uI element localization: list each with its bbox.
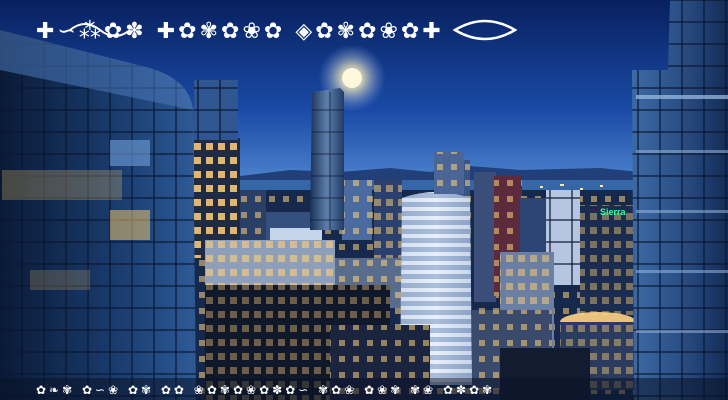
left-glass-tower (0, 30, 196, 400)
city-night-scene: Sierra ✚∽⁂✿✽ ✚✿✾✿❀✿ ◈✿✾✿❀✿✚ ✿❧✾ ✿∽❀ ✿✾ ✿… (0, 0, 728, 400)
ornament-footer: ✿❧✾ ✿∽❀ ✿✾ ✿✿ ❀✿✾✿❀✿✽✿∽ ✾✿❀ ✿❀✾ ✾❀ ✿✽✿✾ (36, 383, 495, 397)
central-tower (310, 88, 344, 230)
ornament-title: ✚∽⁂✿✽ ✚✿✾✿❀✿ ◈✿✾✿❀✿✚ (36, 19, 444, 44)
moon-icon (342, 68, 362, 88)
building-sign: Sierra (600, 207, 627, 217)
ornament-header: ✚∽⁂✿✽ ✚✿✾✿❀✿ ◈✿✾✿❀✿✚ (36, 19, 518, 44)
warm-tower (194, 80, 240, 258)
cityscape-image: Sierra ✚∽⁂✿✽ ✚✿✾✿❀✿ ◈✿✾✿❀✿✚ ✿❧✾ ✿∽❀ ✿✾ ✿… (0, 0, 728, 400)
